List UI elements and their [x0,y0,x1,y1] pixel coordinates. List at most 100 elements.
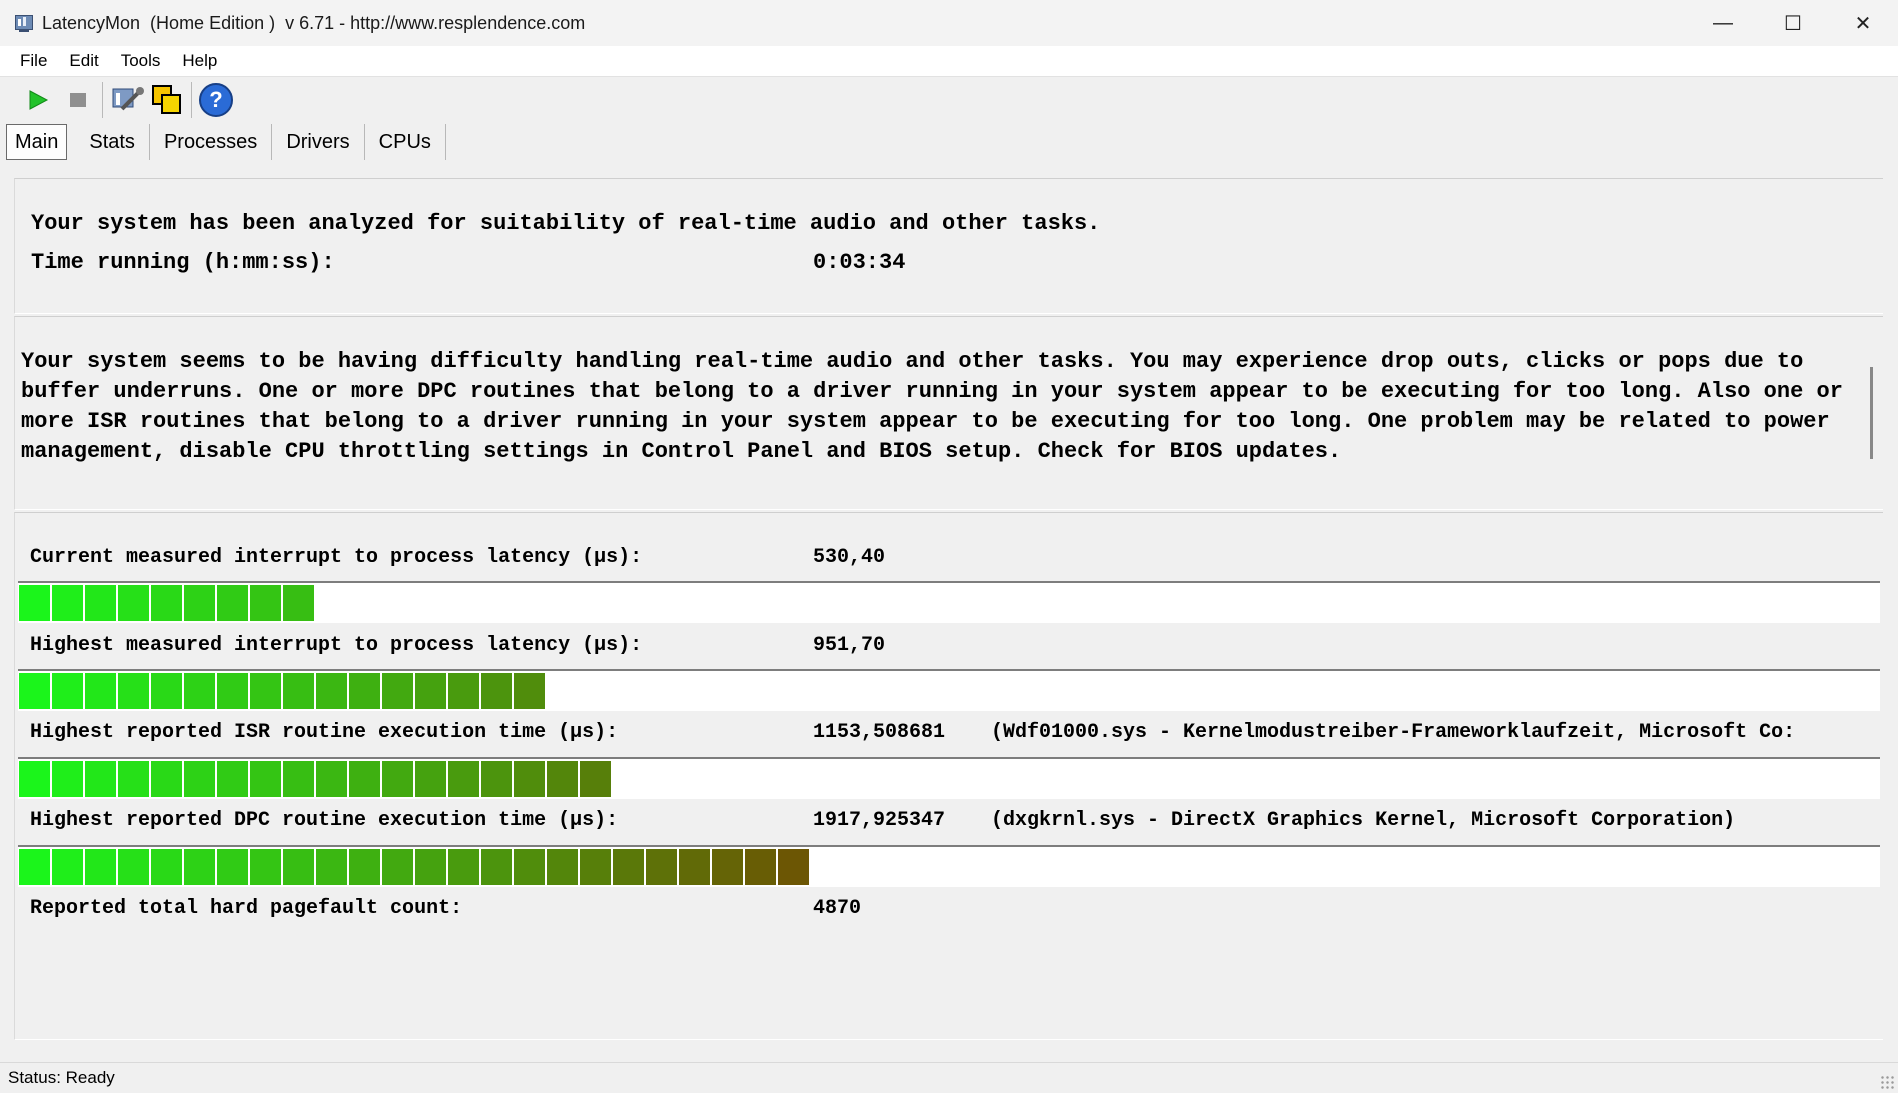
meter-segment [184,585,215,621]
play-icon [29,90,49,110]
meter-segment [316,673,347,709]
meter-segment [283,673,314,709]
toolbar-separator [191,82,192,118]
meter-segment [745,849,776,885]
meter-segment [52,585,83,621]
meter-segment [415,761,446,797]
meter-segment [118,585,149,621]
stop-button[interactable] [58,80,98,120]
metric-label: Current measured interrupt to process la… [30,546,643,569]
app-monitor-icon [14,13,34,33]
status-bar: Status: Ready [0,1062,1898,1093]
metric-driver: (Wdf01000.sys - Kernelmodustreiber-Frame… [991,721,1796,744]
meter-segment [382,673,413,709]
meter-segment [481,673,512,709]
meter-segment [514,761,545,797]
meter-segment [580,761,611,797]
metric-value: 951,70 [813,634,886,657]
meter-segment [415,849,446,885]
diagnosis-message: Your system seems to be having difficult… [21,349,1843,464]
meter-segment [184,849,215,885]
windows-icon [152,85,181,114]
meter-segment [217,849,248,885]
metric-value: 530,40 [813,546,886,569]
meter-segment [250,761,281,797]
meter-segment [19,761,50,797]
meter-segment [85,761,116,797]
meter-segment [118,849,149,885]
menu-tools[interactable]: Tools [115,51,167,71]
help-icon: ? [199,83,233,117]
summary-panel: Your system has been analyzed for suitab… [14,178,1883,314]
meter-segment [514,673,545,709]
meter-segment [85,849,116,885]
tab-stats[interactable]: Stats [75,124,150,160]
meter-segment [19,585,50,621]
close-button[interactable]: ✕ [1828,0,1898,46]
metric-label: Highest reported ISR routine execution t… [30,721,619,744]
menu-edit[interactable]: Edit [63,51,104,71]
metric-label: Highest measured interrupt to process la… [30,634,643,657]
minimize-button[interactable]: — [1688,0,1758,46]
meter-segment [514,849,545,885]
tab-main[interactable]: Main [6,124,68,160]
tab-strip: Main Stats Processes Drivers CPUs [6,124,446,160]
meter-segment [250,585,281,621]
dpc-meter [18,845,1880,887]
windows-button[interactable] [147,80,187,120]
meter-segment [217,673,248,709]
toolbar-separator [102,82,103,118]
meter-segment [184,673,215,709]
meter-segment [679,849,710,885]
meter-segment [613,849,644,885]
meter-segment [349,673,380,709]
meter-segment [85,673,116,709]
meter-segment [547,761,578,797]
meter-segment [448,673,479,709]
analysis-summary: Your system has been analyzed for suitab… [31,211,1101,236]
help-button[interactable]: ? [196,80,236,120]
svg-text:?: ? [209,87,222,112]
meter-segment [778,849,809,885]
maximize-button[interactable]: ☐ [1758,0,1828,46]
meter-segment [547,849,578,885]
start-button[interactable] [18,80,58,120]
meter-segment [151,673,182,709]
menu-file[interactable]: File [14,51,53,71]
meter-segment [250,849,281,885]
maximize-icon: ☐ [1784,12,1802,35]
time-running-label: Time running (h:mm:ss): [31,250,335,275]
meter-segment [580,849,611,885]
message-scrollbar[interactable] [1870,367,1873,459]
meter-segment [316,849,347,885]
metric-value: 1917,925347 [813,809,946,832]
meter-segment [19,849,50,885]
metric-value: 4870 [813,897,862,920]
meter-segment [151,849,182,885]
meter-segment [184,761,215,797]
meter-segment [217,761,248,797]
meter-segment [415,673,446,709]
meter-segment [19,673,50,709]
message-panel: Your system seems to be having difficult… [14,316,1883,510]
meter-segment [448,761,479,797]
meter-segment [349,761,380,797]
metric-value: 1153,508681 [813,721,946,744]
window-title: LatencyMon (Home Edition ) v 6.71 - http… [42,12,586,33]
tools-button[interactable] [107,80,147,120]
meter-segment [151,585,182,621]
meter-segment [448,849,479,885]
status-text: Status: Ready [8,1068,115,1087]
meter-segment [118,673,149,709]
title-bar: LatencyMon (Home Edition ) v 6.71 - http… [0,0,1898,46]
stop-icon [70,93,86,107]
resize-grip[interactable] [1880,1075,1894,1089]
meter-segment [349,849,380,885]
meter-segment [382,761,413,797]
tab-processes[interactable]: Processes [150,124,273,160]
isr-meter [18,757,1880,799]
tab-cpus[interactable]: CPUs [365,124,446,160]
toolbar: ? [0,78,1898,122]
tab-drivers[interactable]: Drivers [272,124,365,160]
menu-help[interactable]: Help [176,51,223,71]
